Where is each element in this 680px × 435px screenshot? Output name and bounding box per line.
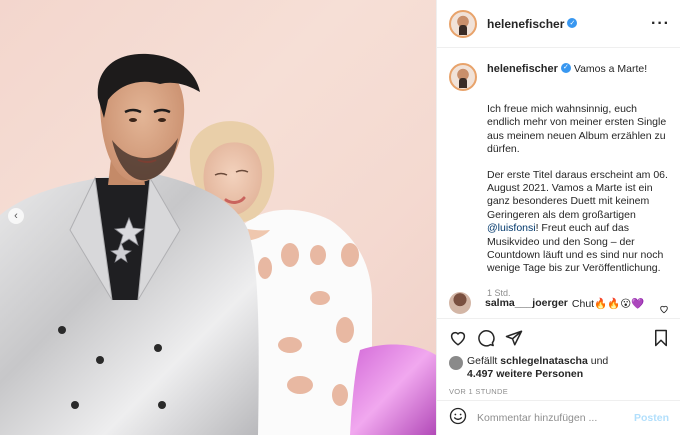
emoji-smiley-icon[interactable] <box>449 407 467 430</box>
caption-paragraph-1: Ich freue mich wahnsinnig, euch endlich … <box>487 103 667 156</box>
author-avatar[interactable] <box>449 9 477 38</box>
verified-badge-icon: ✓ <box>567 18 578 29</box>
action-icons-row <box>449 325 669 351</box>
carousel-previous-button[interactable]: ‹ <box>8 208 24 224</box>
caption-username[interactable]: helenefischer <box>487 63 558 75</box>
photo-illustration <box>0 53 436 435</box>
caption-area: helenefischer ✓ Vamos a Marte! Ich freue … <box>437 49 680 299</box>
like-heart-icon[interactable] <box>449 329 467 347</box>
comment-input[interactable] <box>477 412 634 424</box>
actions-section: Gefällt schlegelnatascha und 4.497 weite… <box>437 318 680 396</box>
caption-author-avatar[interactable] <box>449 63 477 91</box>
likes-count[interactable]: 4.497 weitere Personen <box>467 368 583 380</box>
more-options-icon[interactable]: ··· <box>651 15 670 33</box>
commenter-avatar[interactable] <box>449 292 471 314</box>
post-photo[interactable]: ‹ <box>0 0 436 435</box>
likes-summary: Gefällt schlegelnatascha und 4.497 weite… <box>449 355 669 381</box>
comment-text: Chut🔥🔥😮💜 <box>571 297 645 310</box>
add-comment-bar: Posten <box>437 400 680 435</box>
mention-link[interactable]: @luisfonsi <box>487 222 536 234</box>
commenter-username[interactable]: salma___joerger <box>485 297 568 309</box>
post-header: helenefischer ✓ ··· <box>437 0 680 48</box>
comment-bubble-icon[interactable] <box>477 329 495 347</box>
chevron-left-icon: ‹ <box>14 209 18 222</box>
liker-username[interactable]: schlegelnatascha <box>500 355 588 367</box>
post-time-label[interactable]: VOR 1 STUNDE <box>449 387 669 396</box>
author-username[interactable]: helenefischer ✓ <box>487 17 578 31</box>
bookmark-icon[interactable] <box>653 329 669 347</box>
caption-title: Vamos a Marte! <box>573 63 648 75</box>
post-comment-button[interactable]: Posten <box>634 412 669 424</box>
comment-like-heart-icon[interactable] <box>659 304 669 317</box>
caption-first-line: helenefischer ✓ Vamos a Marte! <box>487 63 657 91</box>
comment-row: salma___joerger Chut🔥🔥😮💜 <box>449 292 669 314</box>
post-sidebar: helenefischer ✓ ··· helenefischer ✓ Vamos … <box>436 0 680 435</box>
liker-avatar[interactable] <box>449 356 463 370</box>
share-paper-plane-icon[interactable] <box>505 329 523 347</box>
verified-badge-icon: ✓ <box>560 63 571 74</box>
caption-paragraph-2: Der erste Titel daraus erscheint am 06. … <box>487 168 668 275</box>
